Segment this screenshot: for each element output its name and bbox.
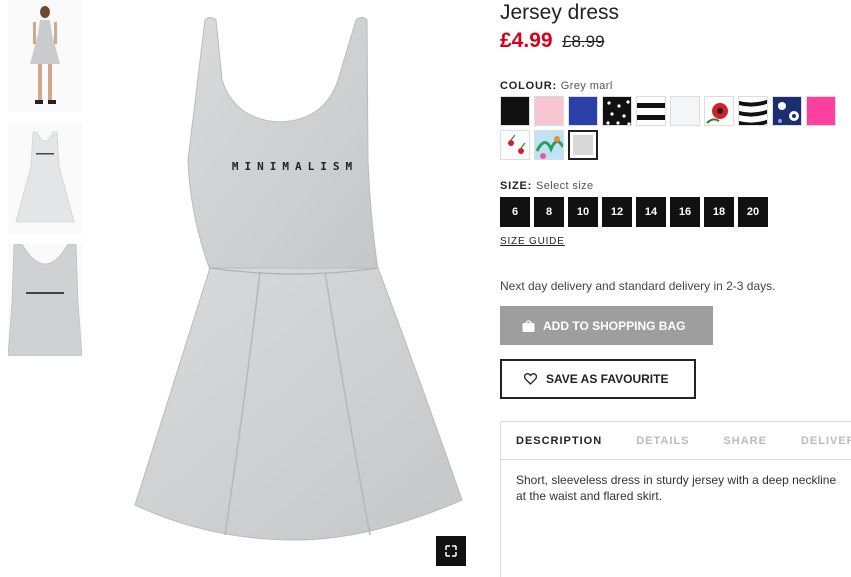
tab-share[interactable]: SHARE bbox=[723, 435, 767, 447]
swatch-black-dot[interactable] bbox=[602, 96, 632, 126]
swatch-light-pink[interactable] bbox=[534, 96, 564, 126]
swatch-grey-marl[interactable] bbox=[568, 130, 598, 160]
size-option-18[interactable]: 18 bbox=[704, 197, 734, 227]
product-info: Jersey dress £4.99 £8.99 COLOUR: Grey ma… bbox=[500, 0, 851, 399]
colour-swatches bbox=[500, 96, 851, 164]
swatch-black-white-stripe[interactable] bbox=[636, 96, 666, 126]
size-label-row: SIZE: Select size bbox=[500, 180, 851, 192]
main-product-image: MINIMALISM bbox=[120, 0, 470, 577]
size-option-12[interactable]: 12 bbox=[602, 197, 632, 227]
size-option-20[interactable]: 20 bbox=[738, 197, 768, 227]
add-to-bag-label: ADD TO SHOPPING BAG bbox=[543, 318, 686, 333]
thumbnail-back[interactable] bbox=[8, 244, 82, 356]
original-price: £8.99 bbox=[562, 32, 605, 51]
fullscreen-button[interactable] bbox=[436, 536, 466, 566]
swatch-hot-pink[interactable] bbox=[806, 96, 836, 126]
colour-label: COLOUR: bbox=[500, 80, 557, 92]
swatch-zebra[interactable] bbox=[738, 96, 768, 126]
save-favourite-button[interactable]: SAVE AS FAVOURITE bbox=[500, 359, 696, 399]
thumbnail-front[interactable] bbox=[8, 122, 82, 234]
size-placeholder: Select size bbox=[535, 180, 594, 192]
product-title: Jersey dress bbox=[500, 1, 620, 24]
tab-details[interactable]: DETAILS bbox=[636, 435, 689, 447]
product-tabs: DESCRIPTION DETAILS SHARE DELIVERY bbox=[501, 422, 851, 460]
shopping-bag-icon bbox=[522, 319, 535, 332]
product-tabs-panel: DESCRIPTION DETAILS SHARE DELIVERY Short… bbox=[500, 421, 851, 577]
sale-price: £4.99 bbox=[500, 29, 553, 52]
expand-icon bbox=[445, 545, 457, 557]
size-option-16[interactable]: 16 bbox=[670, 197, 700, 227]
thumbnail-gallery bbox=[8, 0, 82, 366]
thumbnail-model[interactable] bbox=[8, 0, 82, 112]
colour-value: Grey marl bbox=[560, 80, 613, 92]
colour-label-row: COLOUR: Grey marl bbox=[500, 80, 851, 92]
swatch-red-floral[interactable] bbox=[704, 96, 734, 126]
swatch-white[interactable] bbox=[670, 96, 700, 126]
size-options: 6 8 10 12 14 16 18 20 bbox=[500, 197, 851, 227]
price-block: £4.99 £8.99 bbox=[500, 29, 851, 55]
swatch-white-cherry[interactable] bbox=[500, 130, 530, 160]
size-option-6[interactable]: 6 bbox=[500, 197, 530, 227]
save-favourite-label: SAVE AS FAVOURITE bbox=[546, 372, 669, 386]
size-option-10[interactable]: 10 bbox=[568, 197, 598, 227]
delivery-info: Next day delivery and standard delivery … bbox=[500, 279, 776, 293]
print-text: MINIMALISM bbox=[231, 160, 359, 173]
heart-icon bbox=[523, 373, 538, 385]
tab-delivery[interactable]: DELIVERY bbox=[801, 435, 851, 447]
size-option-8[interactable]: 8 bbox=[534, 197, 564, 227]
size-guide-link[interactable]: SIZE GUIDE bbox=[500, 236, 565, 247]
description-text: Short, sleeveless dress in sturdy jersey… bbox=[516, 473, 837, 503]
size-label: SIZE: bbox=[500, 180, 533, 192]
size-option-14[interactable]: 14 bbox=[636, 197, 666, 227]
add-to-bag-button[interactable]: ADD TO SHOPPING BAG bbox=[500, 306, 713, 345]
swatch-tropical-print[interactable] bbox=[534, 130, 564, 160]
swatch-blue-floral[interactable] bbox=[772, 96, 802, 126]
tab-description[interactable]: DESCRIPTION bbox=[516, 435, 602, 447]
swatch-blue[interactable] bbox=[568, 96, 598, 126]
swatch-black[interactable] bbox=[500, 96, 530, 126]
